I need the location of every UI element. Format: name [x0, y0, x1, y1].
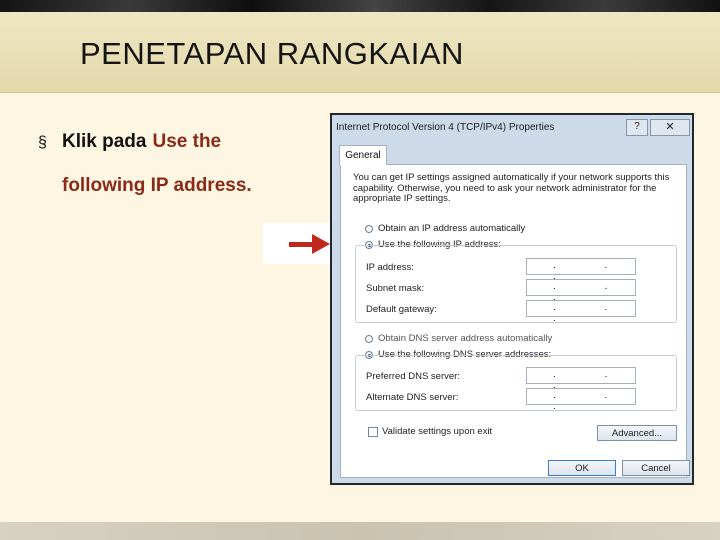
- preferred-dns-field[interactable]: . . .: [526, 367, 636, 391]
- alternate-dns-label: Alternate DNS server:: [366, 392, 459, 403]
- dialog-description: You can get IP settings assigned automat…: [353, 172, 670, 204]
- preferred-dns-label: Preferred DNS server:: [366, 371, 460, 382]
- validate-label: Validate settings upon exit: [382, 426, 493, 437]
- subnet-mask-field[interactable]: . . .: [526, 279, 636, 303]
- dialog-title: Internet Protocol Version 4 (TCP/IPv4) P…: [336, 122, 555, 133]
- ok-button[interactable]: OK: [548, 460, 616, 476]
- bullet-prefix: Klik pada: [62, 131, 147, 152]
- slide-title: PENETAPAN RANGKAIAN: [80, 36, 464, 71]
- validate-checkbox[interactable]: [368, 427, 378, 437]
- title-banner: PENETAPAN RANGKAIAN: [0, 12, 720, 93]
- ip-address-field[interactable]: . . .: [526, 258, 636, 282]
- close-button[interactable]: ✕: [650, 119, 690, 136]
- default-gateway-field[interactable]: . . .: [526, 300, 636, 324]
- bullet-emphasis-1: Use the: [152, 131, 222, 152]
- help-button[interactable]: ?: [626, 119, 648, 136]
- default-gateway-label: Default gateway:: [366, 304, 437, 315]
- arrow-right-icon: [312, 234, 330, 254]
- bullet-icon: §: [38, 134, 47, 151]
- dns-auto-radio[interactable]: [365, 335, 373, 343]
- decorative-bottom-strip: [0, 522, 720, 540]
- cancel-button[interactable]: Cancel: [622, 460, 690, 476]
- general-tab-panel: You can get IP settings assigned automat…: [340, 164, 687, 478]
- ipv4-properties-dialog: Internet Protocol Version 4 (TCP/IPv4) P…: [330, 113, 694, 485]
- bullet-text: Klik pada Use the: [62, 131, 221, 153]
- ip-auto-radio[interactable]: [365, 225, 373, 233]
- dns-auto-label: Obtain DNS server address automatically: [378, 333, 553, 344]
- ip-address-label: IP address:: [366, 262, 414, 273]
- advanced-button[interactable]: Advanced...: [597, 425, 677, 441]
- alternate-dns-field[interactable]: . . .: [526, 388, 636, 412]
- bullet-emphasis-2: following IP address.: [62, 175, 252, 196]
- arrow-shaft: [289, 242, 314, 247]
- decorative-top-band: [0, 0, 720, 12]
- tab-general[interactable]: General: [339, 145, 387, 165]
- ip-auto-label: Obtain an IP address automatically: [378, 223, 526, 234]
- subnet-mask-label: Subnet mask:: [366, 283, 425, 294]
